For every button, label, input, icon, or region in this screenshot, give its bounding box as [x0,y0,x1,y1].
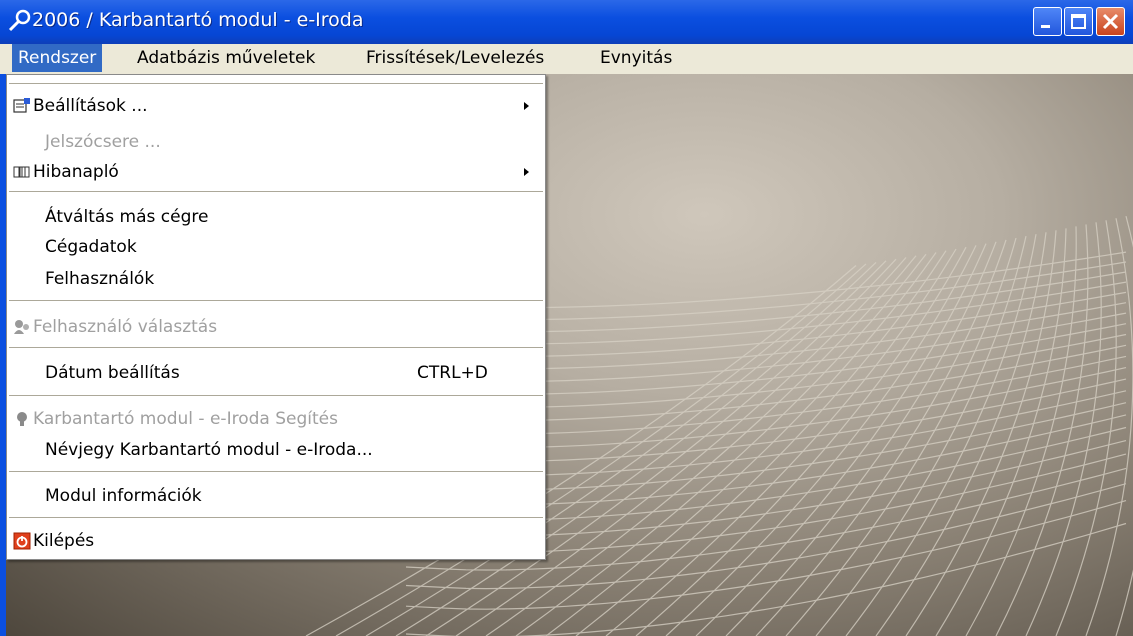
submenu-arrow-icon [524,168,529,176]
menu-separator [9,395,543,397]
menu-adatbazis-muveletek[interactable]: Adatbázis műveletek [131,44,321,72]
power-icon [13,532,31,550]
title-bar: 2006 / Karbantartó modul - e-Iroda [0,0,1133,44]
menu-item-segites: Karbantartó modul - e-Iroda Segítés [7,405,545,433]
menu-separator [9,471,543,473]
minimize-button[interactable] [1033,7,1062,36]
menu-item-felhasznalok[interactable]: Felhasználók [7,265,545,293]
menu-bar: Rendszer Adatbázis műveletek Frissítések… [0,44,1133,74]
menu-frissitesek-levelezes[interactable]: Frissítések/Levelezés [360,44,550,72]
menu-item-datum-beallitas[interactable]: Dátum beállítás CTRL+D [7,359,545,387]
submenu-arrow-icon [524,102,529,110]
menu-separator [9,83,543,85]
menu-separator [9,191,543,193]
menu-item-modul-informaciok[interactable]: Modul információk [7,482,545,510]
menu-item-nevjegy[interactable]: Névjegy Karbantartó modul - e-Iroda... [7,436,545,464]
menu-item-jelszocsere: Jelszócsere ... [45,132,161,152]
maximize-button[interactable] [1064,7,1093,36]
menu-item-kilepes[interactable]: Kilépés [7,527,545,555]
menu-item-beallitasok[interactable]: Beállítások ... [7,92,545,120]
menu-item-hibanaplo[interactable]: Hibanapló [7,158,545,186]
menu-item-cegadatok[interactable]: Cégadatok [7,233,545,261]
menu-separator [9,300,543,302]
menu-item-felhasznalo-valasztas: Felhasználó választás [7,313,545,341]
menu-rendszer[interactable]: Rendszer [12,44,103,72]
menu-evnyitas[interactable]: Evnyitás [594,44,678,72]
minimize-icon [1041,25,1050,28]
close-button[interactable] [1096,7,1125,36]
window-title: 2006 / Karbantartó modul - e-Iroda [32,9,364,31]
system-dropdown-menu: Beállítások ... Jelszócsere ... Hibanapl… [6,74,546,560]
close-icon [1102,13,1119,30]
maximize-icon [1071,14,1086,29]
menu-separator [9,517,543,519]
help-icon [17,412,27,426]
menu-separator [9,347,543,349]
users-icon [14,320,29,334]
error-log-icon [13,166,30,178]
settings-icon [13,98,30,113]
wrench-icon [8,9,31,32]
shortcut-label: CTRL+D [417,363,488,383]
menu-item-atvaltas[interactable]: Átváltás más cégre [7,203,545,231]
